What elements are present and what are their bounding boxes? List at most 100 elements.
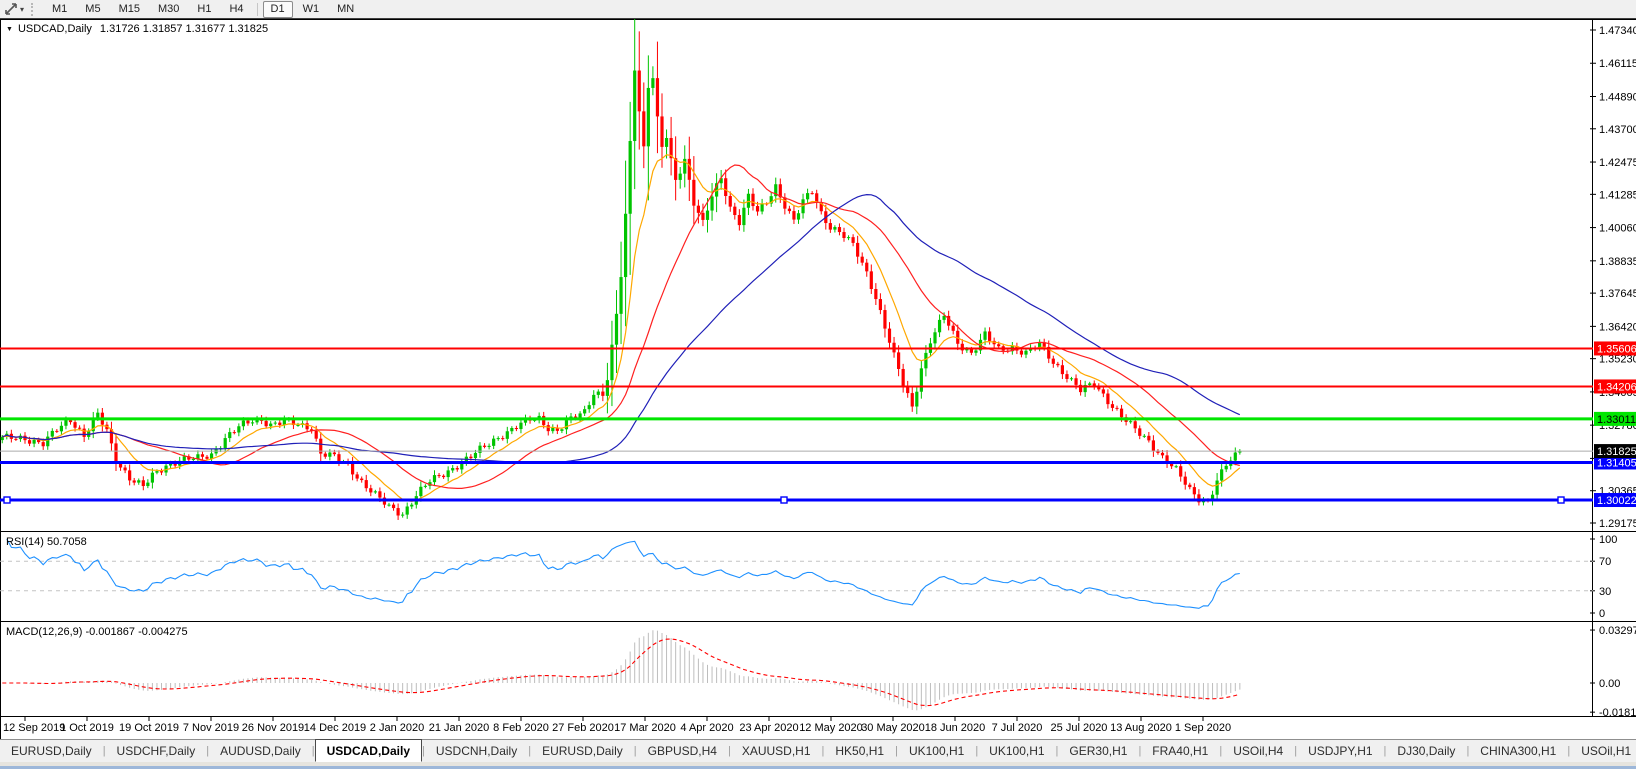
svg-text:8 Feb 2020: 8 Feb 2020 — [493, 722, 549, 734]
svg-text:1.30022: 1.30022 — [1597, 495, 1636, 507]
svg-text:13 Aug 2020: 13 Aug 2020 — [1110, 722, 1172, 734]
chart-tab-dj30-daily[interactable]: DJ30,Daily — [1386, 740, 1466, 762]
timeframe-button-d1[interactable]: D1 — [262, 0, 293, 18]
svg-text:1.38835: 1.38835 — [1599, 256, 1636, 268]
svg-text:1.47340: 1.47340 — [1599, 25, 1636, 37]
svg-text:17 Mar 2020: 17 Mar 2020 — [614, 722, 676, 734]
timeframe-button-h1[interactable]: H1 — [189, 1, 219, 18]
svg-text:100: 100 — [1599, 534, 1617, 546]
chart-tab-fra40-h1[interactable]: FRA40,H1 — [1141, 740, 1219, 762]
svg-text:1.36420: 1.36420 — [1599, 321, 1636, 333]
chart-tab-eurusd-daily[interactable]: EURUSD,Daily — [531, 740, 634, 762]
svg-text:2 Jan 2020: 2 Jan 2020 — [370, 722, 424, 734]
rsi-line — [6, 538, 1240, 609]
timeframe-button-h4[interactable]: H4 — [221, 1, 251, 18]
timeframe-button-w1[interactable]: W1 — [295, 1, 328, 18]
svg-text:30 May 2020: 30 May 2020 — [861, 722, 925, 734]
top-toolbar: ▾ M1 M5 M15 M30 H1 H4 D1 W1 MN — [0, 0, 1636, 19]
rsi-scale[interactable]: 100 70 30 0 — [1590, 534, 1617, 620]
toolbar-separator — [256, 2, 258, 16]
chart-tab-hk50-h1[interactable]: HK50,H1 — [824, 740, 895, 762]
window-bottom-strip — [0, 762, 1636, 769]
chart-tab-eurusd-daily[interactable]: EURUSD,Daily — [0, 740, 103, 762]
price-axis-badge: 1.34206 — [1594, 379, 1636, 394]
timeframe-button-m15[interactable]: M15 — [111, 1, 148, 18]
svg-text:1.34206: 1.34206 — [1597, 381, 1636, 393]
timeframe-button-m30[interactable]: M30 — [150, 1, 187, 18]
chart-tab-bar: EURUSD,Daily | USDCHF,Daily | AUDUSD,Daily | U… — [0, 739, 1636, 762]
chart-dropdown-icon[interactable]: ▼ — [6, 26, 13, 33]
svg-text:1.35606: 1.35606 — [1597, 343, 1636, 355]
svg-text:7 Jul 2020: 7 Jul 2020 — [992, 722, 1043, 734]
candlesticks — [0, 15, 1242, 520]
svg-text:1.31825: 1.31825 — [1597, 446, 1636, 458]
toolbar-dropdown-caret-icon[interactable]: ▾ — [20, 5, 24, 14]
svg-text:23 Apr 2020: 23 Apr 2020 — [739, 722, 798, 734]
svg-text:7 Nov 2019: 7 Nov 2019 — [183, 722, 239, 734]
svg-text:1.42475: 1.42475 — [1599, 157, 1636, 169]
date-axis[interactable]: 12 Sep 20191 Oct 2019 19 Oct 2019 7 Nov 20… — [3, 717, 1231, 734]
svg-text:1.29175: 1.29175 — [1599, 518, 1636, 530]
macd-scale[interactable]: 0.032972 0.00 -0.018154 — [1590, 625, 1636, 719]
svg-text:4 Apr 2020: 4 Apr 2020 — [680, 722, 733, 734]
timeframe-button-mn[interactable]: MN — [329, 1, 362, 18]
svg-text:12 May 2020: 12 May 2020 — [799, 722, 863, 734]
hline-handle[interactable] — [3, 496, 11, 504]
chart-tab-usdjpy-h1[interactable]: USDJPY,H1 — [1297, 740, 1383, 762]
svg-text:1.37645: 1.37645 — [1599, 288, 1636, 300]
svg-text:1.43700: 1.43700 — [1599, 124, 1636, 136]
svg-text:1.33011: 1.33011 — [1597, 414, 1636, 426]
svg-text:0: 0 — [1599, 608, 1605, 620]
timeframe-button-m5[interactable]: M5 — [77, 1, 108, 18]
svg-text:1.44890: 1.44890 — [1599, 91, 1636, 103]
svg-text:1.41285: 1.41285 — [1599, 189, 1636, 201]
svg-text:70: 70 — [1599, 556, 1611, 568]
toolbar-grip — [31, 2, 37, 16]
price-axis-badge: 1.33011 — [1594, 411, 1636, 426]
svg-text:1.31405: 1.31405 — [1597, 457, 1636, 469]
chart-tab-usdchf-daily[interactable]: USDCHF,Daily — [106, 740, 207, 762]
svg-text:0.00: 0.00 — [1599, 678, 1620, 690]
svg-text:21 Jan 2020: 21 Jan 2020 — [429, 722, 490, 734]
svg-text:14 Dec 2019: 14 Dec 2019 — [304, 722, 366, 734]
chart-tab-ger30-h1[interactable]: GER30,H1 — [1058, 740, 1138, 762]
hline-handle[interactable] — [780, 496, 788, 504]
svg-text:1 Oct 2019: 1 Oct 2019 — [60, 722, 114, 734]
chart-tab-gbpusd-h4[interactable]: GBPUSD,H4 — [637, 740, 728, 762]
svg-text:26 Nov 2019: 26 Nov 2019 — [242, 722, 304, 734]
svg-text:19 Oct 2019: 19 Oct 2019 — [119, 722, 179, 734]
svg-text:1 Sep 2020: 1 Sep 2020 — [1175, 722, 1231, 734]
chart-title: ▼ USDCAD,Daily 1.31726 1.31857 1.31677 1.3… — [6, 23, 268, 35]
chart-cursor-icon[interactable] — [3, 2, 19, 16]
svg-text:1.40060: 1.40060 — [1599, 223, 1636, 235]
chart-tab-xauusd-h1[interactable]: XAUUSD,H1 — [731, 740, 822, 762]
svg-text:12 Sep 2019: 12 Sep 2019 — [3, 722, 65, 734]
chart-ohlc-quote: 1.31726 1.31857 1.31677 1.31825 — [99, 23, 269, 35]
chart-tab-audusd-daily[interactable]: AUDUSD,Daily — [209, 740, 312, 762]
panel-borders — [0, 19, 1636, 740]
rsi-indicator-title: RSI(14) 50.7058 — [6, 536, 87, 548]
price-axis-badge: 1.31825 — [1594, 444, 1636, 459]
svg-text:0.032972: 0.032972 — [1599, 625, 1636, 637]
price-axis-badge: 1.30022 — [1594, 493, 1636, 508]
chart-tab-china300-h1[interactable]: CHINA300,H1 — [1469, 740, 1567, 762]
timeframe-button-m1[interactable]: M1 — [44, 1, 75, 18]
macd-indicator-title: MACD(12,26,9) -0.001867 -0.004275 — [6, 626, 188, 638]
svg-text:25 Jul 2020: 25 Jul 2020 — [1051, 722, 1108, 734]
chart-tab-usoil-h1[interactable]: USOil,H1 — [1570, 740, 1636, 762]
svg-text:27 Feb 2020: 27 Feb 2020 — [552, 722, 614, 734]
chart-tab-uk100-h1[interactable]: UK100,H1 — [898, 740, 975, 762]
chart-canvas[interactable]: 1.47340 1.46115 1.44890 1.43700 1.42475 1.412… — [0, 0, 1636, 740]
svg-text:30: 30 — [1599, 586, 1611, 598]
svg-text:18 Jun 2020: 18 Jun 2020 — [925, 722, 986, 734]
chart-tab-usoil-h4[interactable]: USOil,H4 — [1222, 740, 1294, 762]
macd-histogram — [29, 630, 1241, 711]
svg-text:-0.018154: -0.018154 — [1599, 707, 1636, 719]
chart-tab-usdcad-daily[interactable]: USDCAD,Daily — [314, 739, 422, 762]
chart-tab-uk100-h1[interactable]: UK100,H1 — [978, 740, 1055, 762]
chart-tab-usdcnh-daily[interactable]: USDCNH,Daily — [425, 740, 528, 762]
svg-text:1.46115: 1.46115 — [1599, 58, 1636, 70]
chart-symbol-period: USDCAD,Daily — [17, 23, 92, 35]
hline-handle[interactable] — [1557, 496, 1565, 504]
price-axis-badge: 1.35606 — [1594, 341, 1636, 356]
